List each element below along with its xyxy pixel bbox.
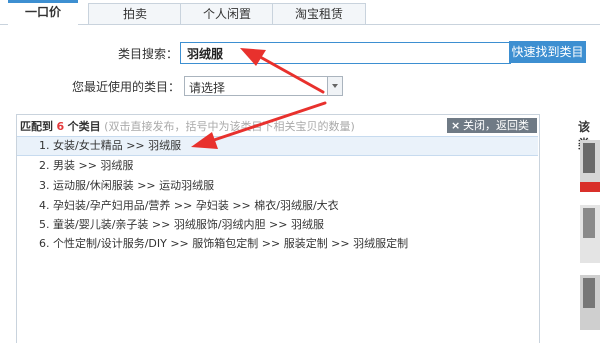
category-search-label: 类目搜索： [117,47,178,61]
results-suffix: 个类目 [67,120,101,133]
list-item-text: 1. 女装/女士精品 >> 羽绒服 [39,139,182,152]
list-item-text: 2. 男装 >> 羽绒服 [39,159,134,172]
recent-category-value: 请选择 [189,81,226,95]
list-item[interactable]: 1. 女装/女士精品 >> 羽绒服 [17,136,538,156]
list-item[interactable]: 5. 童装/婴儿装/亲子装 >> 羽绒服饰/羽绒内胆 >> 羽绒服 [17,216,538,234]
product-thumbnail[interactable] [580,140,600,192]
tab-auction[interactable]: 拍卖 [88,3,182,24]
recent-category-label: 您最近使用的类目： [71,80,180,94]
results-count: 6 [56,120,65,133]
list-item[interactable]: 2. 男装 >> 羽绒服 [17,157,538,175]
results-prefix: 匹配到 [20,120,53,133]
recent-category-select[interactable]: 请选择 [184,76,343,96]
product-thumbnail[interactable] [580,275,600,330]
list-item-text: 6. 个性定制/设计服务/DIY >> 服饰箱包定制 >> 服装定制 >> 羽绒… [39,237,409,250]
close-icon: × [451,119,461,132]
list-item[interactable]: 4. 孕妇装/孕产妇用品/营养 >> 孕妇装 >> 棉衣/羽绒服/大衣 [17,197,538,215]
results-hint: (双击直接发布，括号中为该类目下相关宝贝的数量) [104,120,355,133]
tab-taobao-rent[interactable]: 淘宝租赁 [272,3,366,24]
results-header: 匹配到 6 个类目 (双击直接发布，括号中为该类目下相关宝贝的数量) [20,118,355,134]
category-search-value: 羽绒服 [187,47,224,61]
tab-personal-idle[interactable]: 个人闲置 [180,3,274,24]
chevron-down-icon [327,77,342,95]
list-item-text: 5. 童装/婴儿装/亲子装 >> 羽绒服饰/羽绒内胆 >> 羽绒服 [39,218,324,231]
quick-find-category-button[interactable]: 快速找到类目 [509,41,586,63]
product-thumbnail[interactable] [580,205,600,263]
list-item[interactable]: 6. 个性定制/设计服务/DIY >> 服饰箱包定制 >> 服装定制 >> 羽绒… [17,235,538,253]
category-search-input[interactable]: 羽绒服 [180,42,511,64]
list-item-text: 3. 运动服/休闲服装 >> 运动羽绒服 [39,179,215,192]
close-return-button[interactable]: × 关闭，返回类目 [447,118,537,147]
list-item[interactable]: 3. 运动服/休闲服装 >> 运动羽绒服 [17,177,538,195]
list-item-text: 4. 孕妇装/孕产妇用品/营养 >> 孕妇装 >> 棉衣/羽绒服/大衣 [39,199,339,212]
tab-fixed-price[interactable]: 一口价 [8,0,78,25]
tab-bar: 一口价 拍卖 个人闲置 淘宝租赁 [0,0,600,25]
